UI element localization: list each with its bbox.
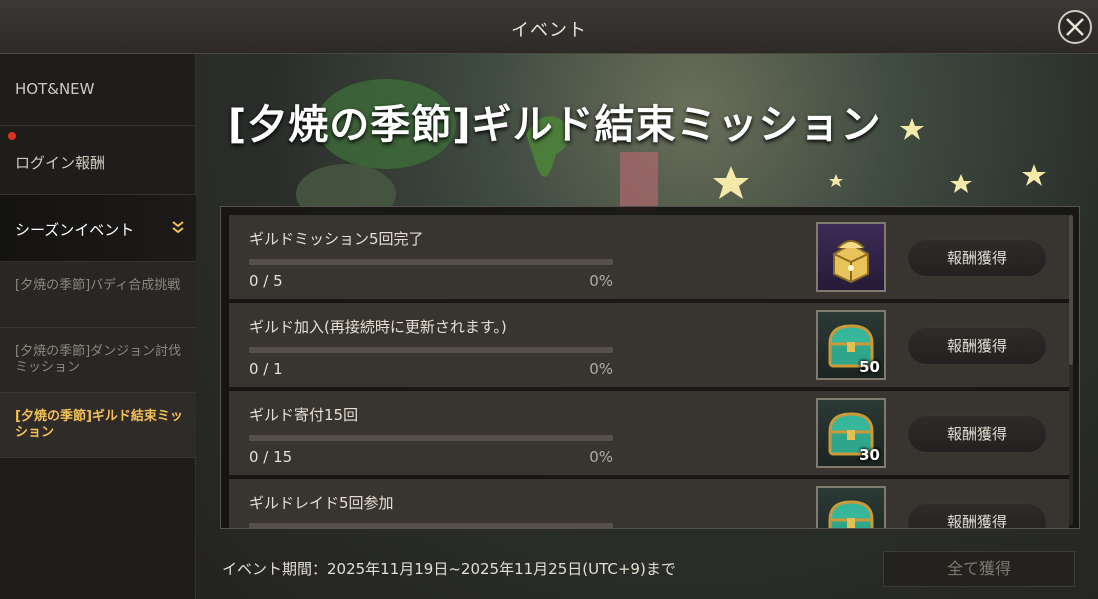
page-title: [夕焼の季節]ギルド結束ミッション	[228, 102, 882, 148]
sidebar-item-season-event[interactable]: シーズンイベント	[0, 195, 196, 262]
mission-row: ギルド寄付15回 0 / 15 0% 30 報酬獲得	[229, 391, 1069, 475]
mission-count: 0 / 5	[249, 272, 283, 290]
sidebar-item-label: シーズンイベント	[15, 221, 135, 239]
sidebar-item-label: ログイン報酬	[15, 154, 106, 172]
claim-reward-button[interactable]: 報酬獲得	[907, 415, 1047, 453]
reward-quantity: 50	[859, 358, 880, 376]
mission-title: ギルド寄付15回	[249, 406, 359, 424]
mission-row: ギルド加入(再接続時に更新されます。) 0 / 1 0% 50 報酬獲得	[229, 303, 1069, 387]
claim-all-button[interactable]: 全て獲得	[883, 551, 1075, 587]
progress-bar	[249, 347, 613, 353]
mission-count: 0 / 15	[249, 448, 293, 466]
scrollbar-thumb[interactable]	[1069, 215, 1073, 365]
claim-reward-button[interactable]: 報酬獲得	[907, 503, 1047, 528]
close-icon	[1066, 18, 1084, 36]
scrollbar[interactable]	[1069, 215, 1073, 525]
sidebar-subitem-guild-mission[interactable]: [夕焼の季節]ギルド結束ミッション	[0, 393, 196, 458]
title-bar: イベント	[0, 0, 1098, 54]
progress-bar	[249, 435, 613, 441]
notification-dot	[8, 132, 16, 140]
reward-item[interactable]: 30	[816, 398, 886, 468]
sidebar-subitem-label: [夕焼の季節]バディ合成挑戦	[15, 278, 181, 293]
sidebar-subitem-buddy-fusion[interactable]: [夕焼の季節]バディ合成挑戦	[0, 262, 196, 328]
reward-item[interactable]	[816, 222, 886, 292]
event-window: イベント HOT&NEW ログイン報酬 シーズンイベント [夕焼の季節]バディ合…	[0, 0, 1098, 599]
mission-percent: 0%	[589, 272, 613, 290]
teal-chest-icon	[828, 500, 874, 528]
progress-bar	[249, 259, 613, 265]
mission-list[interactable]: ギルドミッション5回完了 0 / 5 0% 報酬獲得 ギルド加入(再接続時に更新…	[220, 206, 1080, 529]
sidebar-subitem-dungeon-mission[interactable]: [夕焼の季節]ダンジョン討伐ミッション	[0, 328, 196, 393]
sidebar-item-label: HOT&NEW	[15, 80, 95, 98]
reward-item[interactable]: 50	[816, 310, 886, 380]
sidebar-item-hot-new[interactable]: HOT&NEW	[0, 54, 196, 126]
reward-item[interactable]	[816, 486, 886, 528]
golden-chest-icon	[833, 240, 869, 284]
sidebar-subitem-label: [夕焼の季節]ギルド結束ミッション	[15, 409, 183, 440]
event-period: イベント期間：2025年11月19日~2025年11月25日(UTC+9)まで	[222, 560, 676, 578]
claim-reward-button[interactable]: 報酬獲得	[907, 239, 1047, 277]
close-button[interactable]	[1058, 10, 1092, 44]
main-content: [夕焼の季節]ギルド結束ミッション ギルドミッション5回完了 0 / 5 0%	[196, 54, 1098, 599]
claim-reward-button[interactable]: 報酬獲得	[907, 327, 1047, 365]
window-title: イベント	[511, 20, 587, 41]
sidebar-item-login-reward[interactable]: ログイン報酬	[0, 126, 196, 195]
sidebar-subitem-label: [夕焼の季節]ダンジョン討伐ミッション	[15, 344, 182, 375]
reward-quantity: 30	[859, 446, 880, 464]
mission-row: ギルドミッション5回完了 0 / 5 0% 報酬獲得	[229, 215, 1069, 299]
mission-title: ギルドレイド5回参加	[249, 494, 394, 512]
mission-percent: 0%	[589, 360, 613, 378]
mission-count: 0 / 1	[249, 360, 283, 378]
progress-bar	[249, 523, 613, 528]
arrow-down-icon	[172, 221, 184, 234]
mission-row: ギルドレイド5回参加 報酬獲得	[229, 479, 1069, 528]
mission-percent: 0%	[589, 448, 613, 466]
mission-title: ギルドミッション5回完了	[249, 230, 424, 248]
sidebar: HOT&NEW ログイン報酬 シーズンイベント [夕焼の季節]バディ合成挑戦 […	[0, 54, 196, 599]
mission-title: ギルド加入(再接続時に更新されます。)	[249, 318, 507, 336]
